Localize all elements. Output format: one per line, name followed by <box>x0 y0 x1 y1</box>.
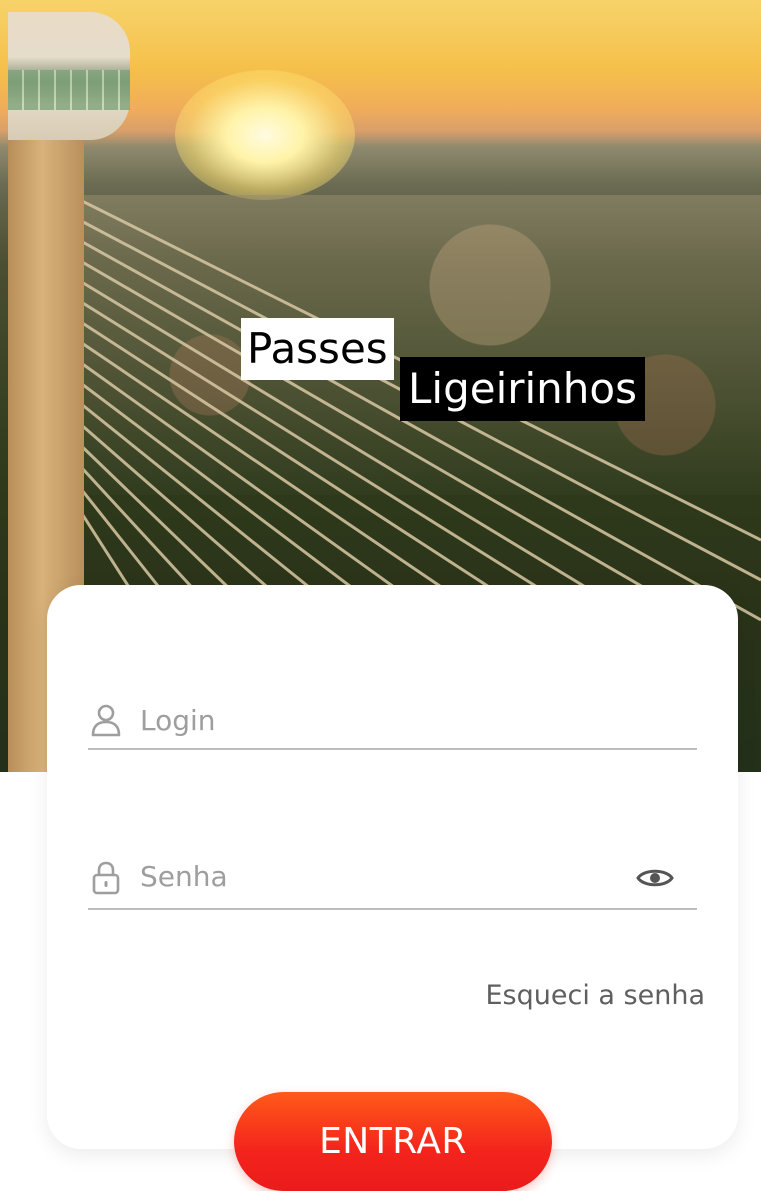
enter-button[interactable]: ENTRAR <box>234 1092 552 1191</box>
password-field <box>88 846 697 910</box>
password-input[interactable] <box>140 854 620 898</box>
login-field <box>88 692 697 750</box>
user-icon <box>91 704 121 737</box>
forgot-password-link[interactable]: Esqueci a senha <box>486 980 706 1011</box>
lock-icon <box>92 861 120 895</box>
bridge-tower-top <box>8 12 130 140</box>
eye-icon[interactable] <box>635 860 675 896</box>
app-title-passes: Passes <box>241 318 394 380</box>
app-title-ligeirinhos: Ligeirinhos <box>400 357 645 421</box>
login-input[interactable] <box>140 698 620 742</box>
